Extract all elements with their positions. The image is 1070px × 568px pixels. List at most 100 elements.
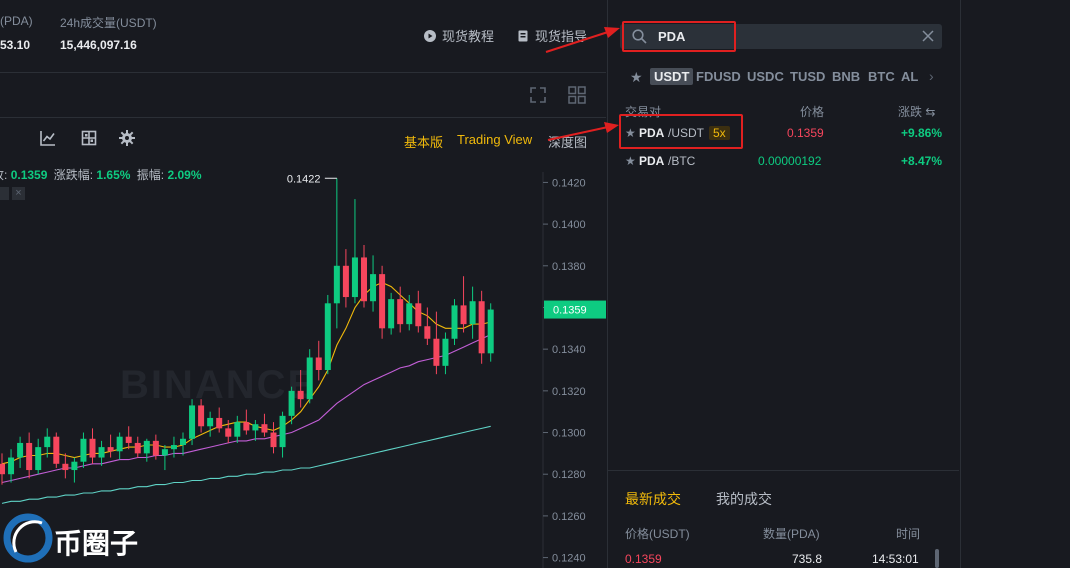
y-tick-label: 0.1400 <box>552 219 586 231</box>
tab-latest-trades[interactable]: 最新成交 <box>625 489 681 509</box>
candle-body <box>460 305 467 325</box>
pair-change: +8.47% <box>900 154 942 168</box>
candle-body <box>361 257 367 302</box>
y-tick-label: 0.1420 <box>552 177 586 189</box>
candle-body <box>225 428 232 437</box>
book-icon <box>518 30 528 41</box>
candle-body <box>180 438 186 446</box>
candle-body <box>161 449 168 456</box>
candle-body <box>189 405 196 439</box>
favorites-star-icon[interactable]: ★ <box>630 69 643 86</box>
candle-body <box>279 415 286 448</box>
quote-tab-usdt[interactable]: USDT <box>650 68 694 85</box>
candle-body <box>406 303 413 325</box>
candle-body <box>170 445 177 450</box>
trade-time: 14:53:01 <box>872 552 919 566</box>
pair-base: PDA <box>639 154 665 168</box>
volume-pda-value: 53.10 <box>0 38 31 52</box>
annotation-box-pair <box>619 114 743 149</box>
candle-body <box>415 303 422 327</box>
pair-change: +9.86% <box>900 126 942 140</box>
candle-body <box>487 309 494 354</box>
pair-quote: /BTC <box>668 154 696 168</box>
candle-body <box>107 447 114 452</box>
y-tick-label: 0.1320 <box>552 386 586 398</box>
scrollbar[interactable] <box>935 549 939 568</box>
ticker-stats-bar: (PDA) 53.10 24h成交量(USDT) 15,446,097.16 现… <box>0 0 606 73</box>
candle-body <box>71 461 78 471</box>
site-watermark-logo: 币圈子 <box>2 510 152 566</box>
col-header-time: 时间 <box>896 527 921 541</box>
candle-body <box>351 257 358 298</box>
candle-body <box>35 447 42 471</box>
candle-body <box>451 305 458 339</box>
chevron-right-icon[interactable]: › <box>929 68 934 84</box>
y-tick-label: 0.1380 <box>552 261 586 273</box>
candle-body <box>397 299 404 325</box>
chart-settings-grid-icon[interactable] <box>81 130 97 146</box>
volume-usdt-label: 24h成交量(USDT) <box>60 16 157 30</box>
candle-body <box>198 405 205 427</box>
candle-body <box>261 424 268 433</box>
header-price[interactable]: 价格 <box>800 103 824 120</box>
candle-body <box>143 440 150 454</box>
candle-body <box>388 299 395 329</box>
candle-body <box>442 338 449 366</box>
side-panel <box>960 0 1070 568</box>
candle-body <box>342 265 349 298</box>
candle-body <box>379 274 386 329</box>
clear-search-icon[interactable] <box>922 30 934 42</box>
quote-tab-btc[interactable]: BTC <box>868 69 895 84</box>
candle-body <box>234 422 241 437</box>
current-price-label: 0.1359 <box>553 305 587 317</box>
candle-body <box>306 357 313 400</box>
candle-body <box>53 436 60 464</box>
favorite-star-icon[interactable]: ★ <box>625 154 636 168</box>
col-header-price: 价格(USDT) <box>625 527 690 541</box>
annotation-arrows <box>545 27 620 141</box>
candle-body <box>270 432 277 448</box>
list-item-pda-btc[interactable]: ★ PDA /BTC 0.00000192 +8.47% <box>625 154 945 172</box>
quote-tabs: ★ USDT FDUSD USDC TUSD BNB BTC AL › <box>630 68 960 87</box>
y-tick-label: 0.1280 <box>552 469 586 481</box>
candle-body <box>370 274 377 302</box>
annotation-box-search <box>622 21 736 52</box>
candlestick-chart[interactable]: BINANCE 0.14200.14000.13800.13600.13400.… <box>0 172 606 568</box>
quote-tab-alts[interactable]: AL <box>901 69 918 84</box>
candle-body <box>134 442 141 454</box>
pair-price: 0.00000192 <box>758 154 822 168</box>
candle-body <box>98 447 105 458</box>
swap-icon[interactable]: ⇆ <box>925 105 935 119</box>
candle-body <box>125 436 132 443</box>
candle-body <box>288 390 295 416</box>
quote-tab-usdc[interactable]: USDC <box>747 69 784 84</box>
candle-body <box>297 390 304 400</box>
volume-usdt-value: 15,446,097.16 <box>60 38 137 52</box>
candle-body <box>80 438 87 462</box>
ma25-line <box>1 334 491 484</box>
pair-price: 0.1359 <box>787 126 824 140</box>
header-change-label: 涨跌 <box>898 105 923 119</box>
tradingview-tab[interactable]: Trading View <box>457 132 532 147</box>
quote-tab-fdusd[interactable]: FDUSD <box>696 69 741 84</box>
candle-body <box>424 326 431 339</box>
y-tick-label: 0.1340 <box>552 344 586 356</box>
gear-icon[interactable] <box>119 130 135 146</box>
quote-tab-tusd[interactable]: TUSD <box>790 69 825 84</box>
logo-text: 币圈子 <box>54 527 139 560</box>
quote-tab-bnb[interactable]: BNB <box>832 69 860 84</box>
y-tick-label: 0.1260 <box>552 511 586 523</box>
spot-tutorial-link[interactable]: 现货教程 <box>424 26 494 45</box>
candle-body <box>478 301 485 354</box>
candle-body <box>315 357 322 370</box>
candle-body <box>26 442 33 471</box>
spot-tutorial-label: 现货教程 <box>442 29 495 44</box>
volume-pda-label: (PDA) <box>0 14 33 28</box>
chart-menu-bar: 基本版 Trading View 深度图 <box>0 118 606 162</box>
header-change[interactable]: 涨跌 ⇆ <box>898 103 935 120</box>
high-marker-label: 0.1422 <box>287 173 321 185</box>
basic-view-tab[interactable]: 基本版 <box>404 132 443 151</box>
tab-my-trades[interactable]: 我的成交 <box>716 489 772 509</box>
indicator-icon[interactable] <box>40 130 56 146</box>
y-tick-label: 0.1240 <box>552 553 586 565</box>
